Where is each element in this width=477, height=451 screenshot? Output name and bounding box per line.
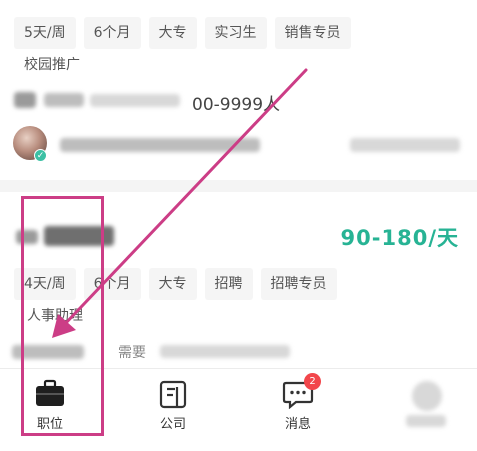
annotation-arrow [52, 68, 308, 338]
